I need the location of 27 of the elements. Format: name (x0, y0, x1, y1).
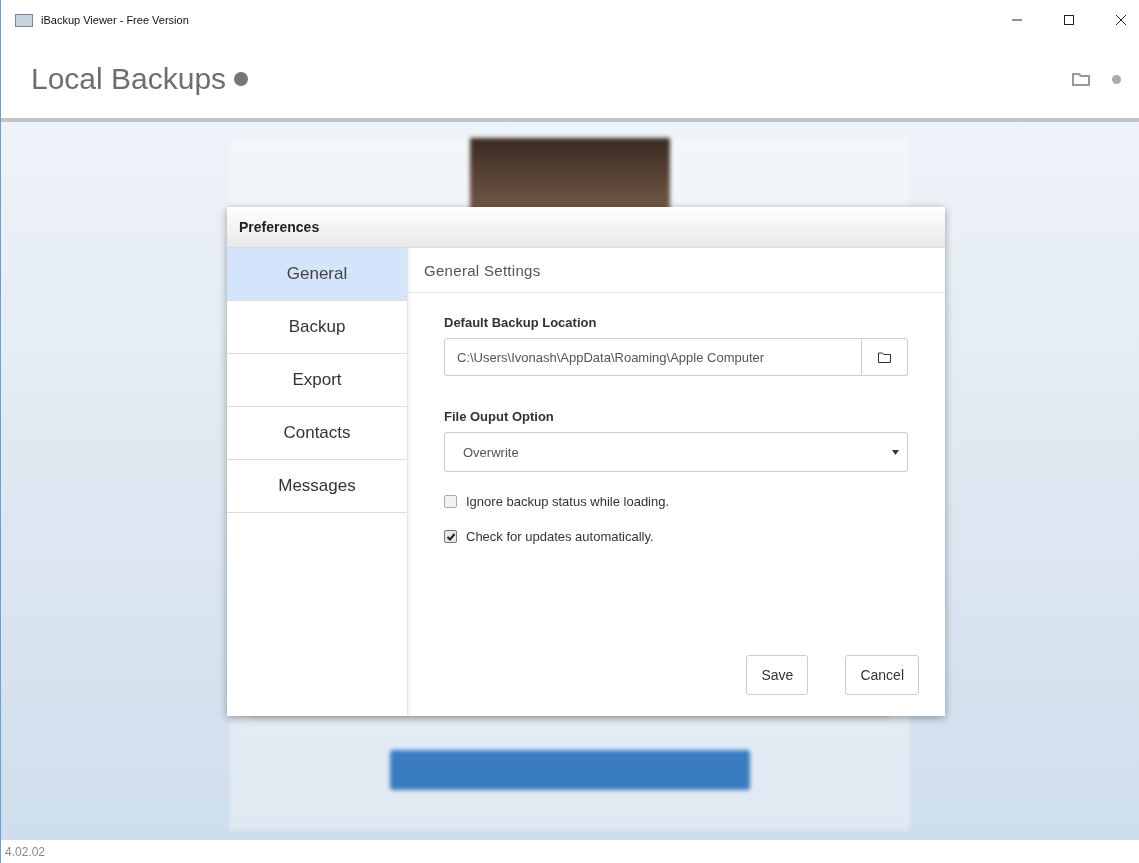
checkbox-label: Check for updates automatically. (466, 529, 654, 544)
field-label: File Ouput Option (444, 409, 555, 424)
page-title: Local Backups (31, 62, 227, 96)
nav-tab[interactable]: General (227, 248, 407, 301)
folder-icon[interactable] (1072, 71, 1090, 87)
dropdown-arrow-icon (892, 449, 899, 455)
app-icon (15, 13, 33, 27)
nav-tab[interactable]: Export (227, 354, 407, 407)
checkbox-label: Ignore backup status while loading. (466, 494, 670, 509)
output-dropdown[interactable]: Overwrite (444, 432, 908, 472)
maximize-icon[interactable] (1063, 14, 1075, 26)
checkbox[interactable] (444, 530, 457, 543)
field-label: Default Backup Location (444, 315, 598, 330)
dialog-button[interactable]: Save (746, 655, 809, 695)
close-icon[interactable] (1115, 14, 1127, 26)
checkbox[interactable] (444, 495, 457, 508)
dialog-button[interactable]: Cancel (845, 655, 919, 695)
dialog-title: Preferences (239, 219, 320, 235)
folder-icon (878, 351, 891, 363)
window-title: iBackup Viewer - Free Version (41, 14, 189, 26)
version-label: 4.02.02 (5, 844, 46, 859)
nav-tab[interactable]: Messages (227, 460, 407, 513)
path-field[interactable]: C:\Users\Ivonash\AppData\Roaming\Apple Computer (444, 338, 862, 376)
browse-button[interactable] (862, 338, 908, 376)
nav-tab[interactable]: Backup (227, 301, 407, 354)
section-title: General Settings (424, 261, 541, 279)
nav-tab[interactable]: Contacts (227, 407, 407, 460)
